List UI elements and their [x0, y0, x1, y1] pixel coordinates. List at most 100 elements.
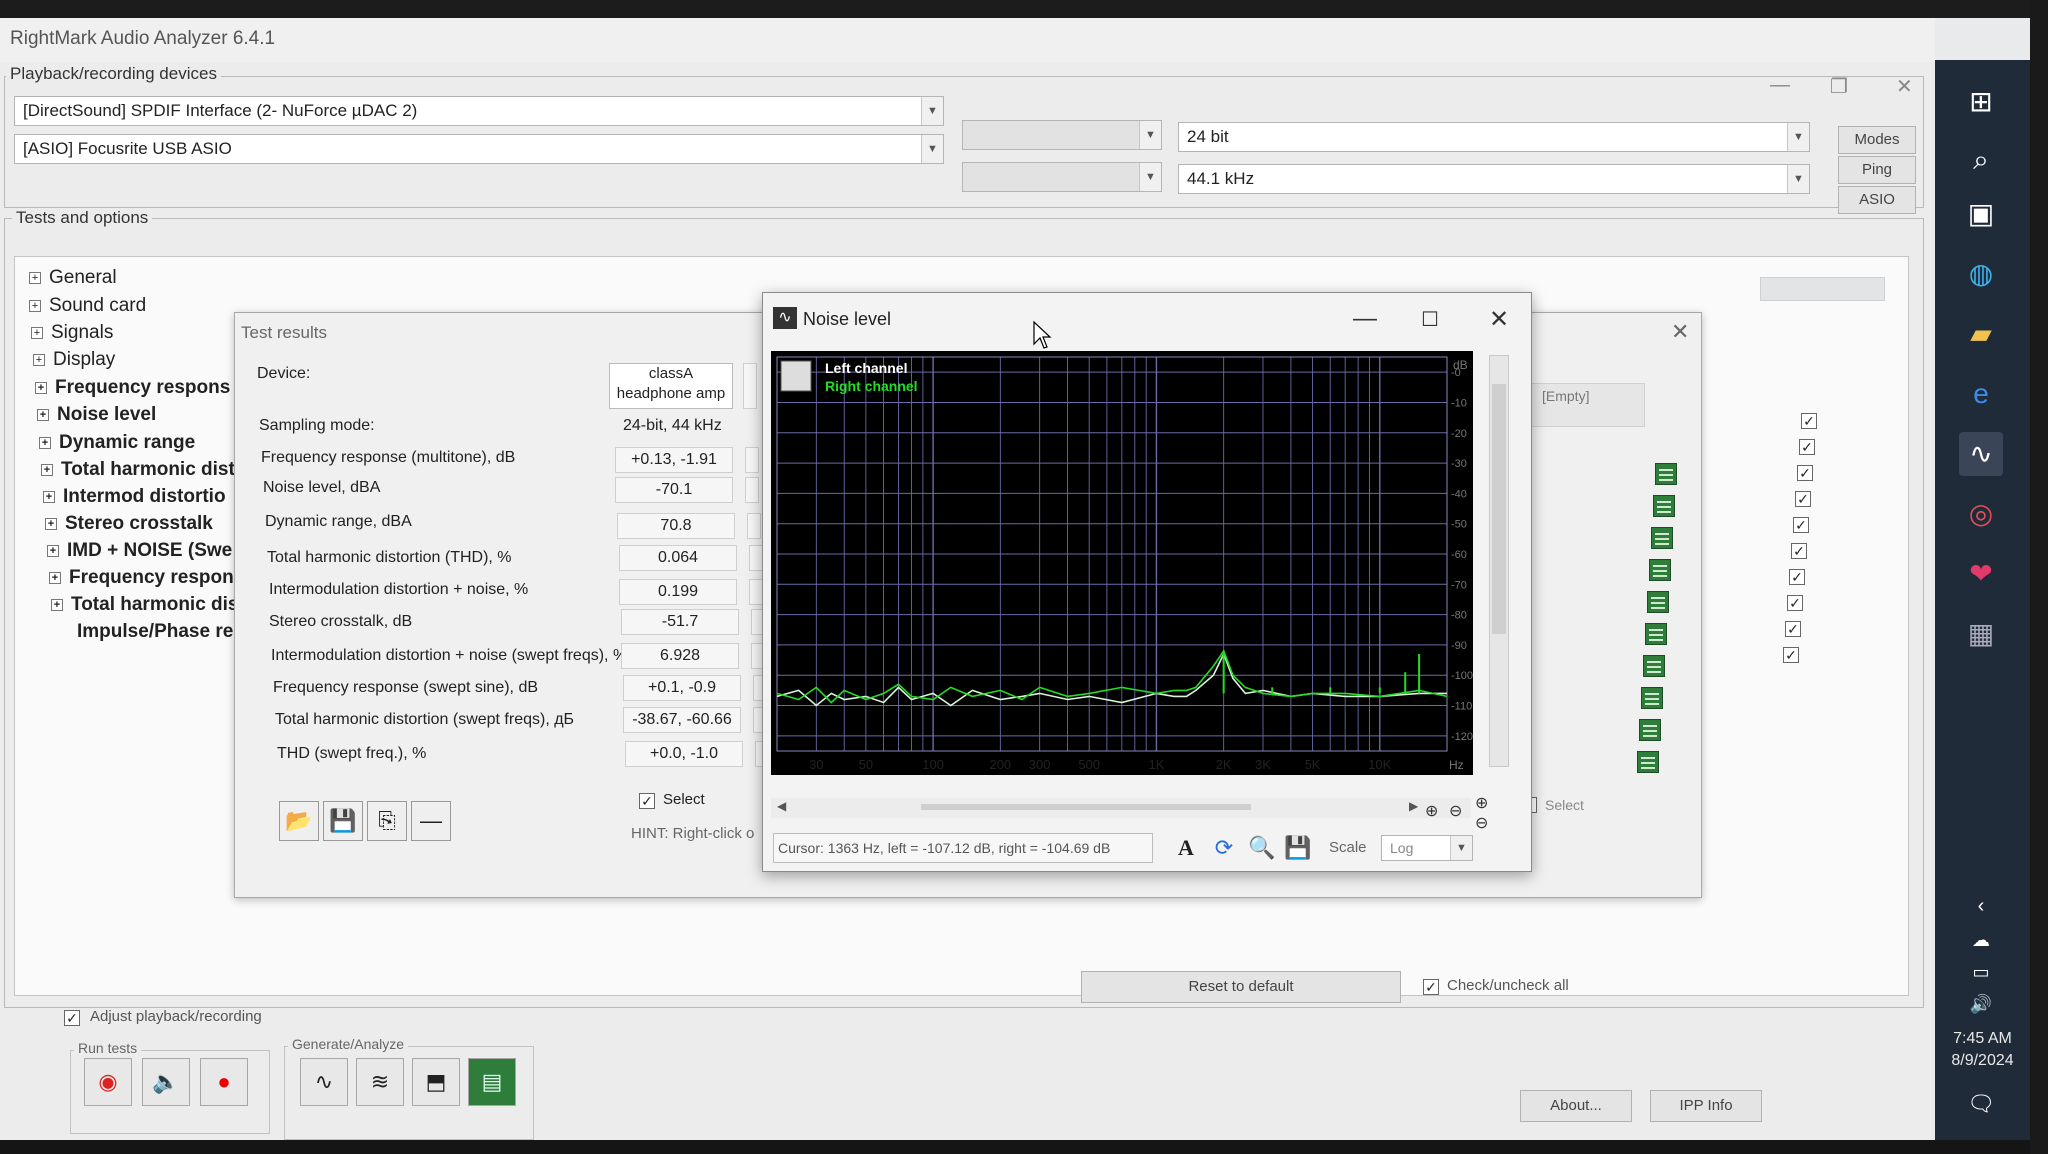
test-checkbox[interactable]: ✓ [1783, 647, 1799, 663]
tree-item-general[interactable]: + General [29, 267, 117, 289]
tree-item-imd-noise[interactable]: + IMD + NOISE (Swe [47, 540, 232, 562]
check-all-checkbox[interactable]: ✓ [1423, 979, 1439, 995]
notifications-icon[interactable]: 🗨 [1959, 1082, 2003, 1126]
tree-item-dynamic-range[interactable]: + Dynamic range [39, 432, 195, 454]
tree-item-frequency-response[interactable]: + Frequency respons [35, 377, 230, 399]
test-checkbox[interactable]: ✓ [1791, 543, 1807, 559]
zoom-out-icon[interactable]: ⊖ [1475, 813, 1488, 833]
spreadsheet-app-icon[interactable]: ▦ [1959, 612, 2003, 656]
horizontal-scrollbar[interactable]: ◀ ▶ [771, 798, 1471, 818]
graph-icon[interactable] [1643, 655, 1665, 677]
save-icon[interactable]: 💾 [323, 801, 363, 841]
expand-icon[interactable]: + [37, 408, 49, 421]
vivaldi-icon[interactable]: ❤ [1959, 552, 2003, 596]
graph-icon[interactable] [1637, 751, 1659, 773]
font-icon[interactable]: A [1171, 833, 1201, 863]
tree-item-noise-level[interactable]: + Noise level [37, 404, 156, 426]
graph-icon[interactable] [1645, 623, 1667, 645]
close-button[interactable]: ✕ [1489, 305, 1509, 334]
search-icon[interactable]: 🔍 [1247, 833, 1277, 863]
expand-icon[interactable]: + [33, 353, 45, 366]
test-checkbox[interactable]: ✓ [1801, 413, 1817, 429]
scroll-thumb[interactable] [1492, 384, 1506, 634]
open-file-button[interactable]: ⬒ [412, 1058, 460, 1106]
rightmark-app-icon[interactable]: ∿ [1959, 432, 2003, 476]
bit-depth-select[interactable]: 24 bit ▼ [1178, 122, 1810, 152]
graph-icon[interactable] [1655, 463, 1677, 485]
expand-icon[interactable]: + [45, 517, 57, 530]
tree-item-thd-swept[interactable]: + Total harmonic dist [51, 594, 245, 616]
graph-icon[interactable] [1647, 591, 1669, 613]
speaker-test-button[interactable]: 🔈 [142, 1058, 190, 1106]
clock-time[interactable]: 7:45 AM [1935, 1030, 2030, 1048]
tree-item-intermod[interactable]: + Intermod distortio [43, 486, 226, 508]
test-checkbox[interactable]: ✓ [1799, 439, 1815, 455]
ping-button[interactable]: Ping [1838, 156, 1916, 184]
graph-icon[interactable] [1651, 527, 1673, 549]
graph-icon[interactable] [1653, 495, 1675, 517]
tree-item-impulse-phase[interactable]: Impulse/Phase res [77, 621, 244, 643]
remove-icon[interactable]: — [411, 801, 451, 841]
graph-icon[interactable] [1639, 719, 1661, 741]
close-icon[interactable]: ✕ [1671, 319, 1689, 345]
analyze-signal-button[interactable]: ≋ [356, 1058, 404, 1106]
refresh-icon[interactable]: ⟳ [1209, 833, 1239, 863]
volume-icon[interactable]: 🔊 [1959, 982, 2003, 1026]
spectrum-button[interactable]: ▤ [468, 1058, 516, 1106]
expand-icon[interactable]: + [31, 326, 43, 339]
recording-channel-select[interactable]: ▼ [962, 162, 1162, 192]
zoom-in-icon[interactable]: ⊕ [1475, 793, 1488, 813]
tree-item-stereo-crosstalk[interactable]: + Stereo crosstalk [45, 513, 213, 535]
save-icon[interactable]: 💾 [1283, 833, 1313, 863]
asio-button[interactable]: ASIO [1838, 186, 1916, 214]
ipp-info-button[interactable]: IPP Info [1650, 1090, 1762, 1122]
reset-to-default-button[interactable]: Reset to default [1081, 971, 1401, 1003]
task-view-icon[interactable]: ▣ [1959, 192, 2003, 236]
windows-start-icon[interactable]: ⊞ [1959, 80, 2003, 124]
zoom-out-x-icon[interactable]: ⊖ [1449, 801, 1462, 821]
scroll-right-icon[interactable]: ▶ [1409, 799, 1418, 813]
modes-button[interactable]: Modes [1838, 126, 1916, 154]
sample-rate-select[interactable]: 44.1 kHz ▼ [1178, 164, 1810, 194]
test-checkbox[interactable]: ✓ [1787, 595, 1803, 611]
clock-date[interactable]: 8/9/2024 [1935, 1052, 2030, 1070]
copy-icon[interactable]: ⎘ [367, 801, 407, 841]
maximize-button[interactable]: ☐ [1421, 307, 1439, 332]
run-all-tests-button[interactable]: ◉ [84, 1058, 132, 1106]
search-icon[interactable]: ⌕ [1959, 138, 2003, 182]
test-checkbox[interactable]: ✓ [1785, 621, 1801, 637]
scroll-thumb[interactable] [921, 804, 1251, 810]
tree-item-display[interactable]: + Display [33, 349, 115, 371]
record-button[interactable]: ● [200, 1058, 248, 1106]
internet-explorer-icon[interactable]: e [1959, 372, 2003, 416]
expand-icon[interactable]: + [41, 463, 53, 476]
test-checkbox[interactable]: ✓ [1789, 569, 1805, 585]
expand-icon[interactable]: + [43, 490, 55, 503]
tree-item-signals[interactable]: + Signals [31, 322, 113, 344]
adjust-checkbox[interactable]: ✓ [64, 1010, 80, 1026]
expand-icon[interactable]: + [35, 381, 47, 394]
expand-icon[interactable]: + [49, 571, 61, 584]
edge-icon[interactable]: ◍ [1959, 252, 2003, 296]
expand-icon[interactable]: + [29, 271, 41, 284]
playback-channel-select[interactable]: ▼ [962, 120, 1162, 150]
zoom-in-x-icon[interactable]: ⊕ [1425, 801, 1438, 821]
open-folder-icon[interactable]: 📂 [279, 801, 319, 841]
scroll-left-icon[interactable]: ◀ [777, 799, 786, 813]
select-checkbox[interactable]: ✓ [639, 793, 655, 809]
vertical-scrollbar[interactable] [1489, 355, 1509, 767]
expand-icon[interactable]: + [29, 299, 41, 312]
about-button[interactable]: About... [1520, 1090, 1632, 1122]
playback-device-select[interactable]: [DirectSound] SPDIF Interface (2- NuForc… [14, 96, 944, 126]
file-explorer-icon[interactable]: ▰ [1959, 312, 2003, 356]
noise-spectrum-plot[interactable]: 30 50 100 200 300 500 1K 2K 3K 5K 10K -0 -10 -20 -30 -4… [771, 351, 1473, 775]
tree-item-thd[interactable]: + Total harmonic dist [41, 459, 235, 481]
tree-item-frequency-response-swept[interactable]: + Frequency respons [49, 567, 244, 589]
audio-app-icon[interactable]: ◎ [1959, 492, 2003, 536]
graph-icon[interactable] [1641, 687, 1663, 709]
expand-icon[interactable]: + [39, 436, 51, 449]
graph-icon[interactable] [1649, 559, 1671, 581]
expand-icon[interactable]: + [51, 598, 63, 611]
generate-signal-button[interactable]: ∿ [300, 1058, 348, 1106]
tree-item-sound-card[interactable]: + Sound card [29, 295, 146, 317]
